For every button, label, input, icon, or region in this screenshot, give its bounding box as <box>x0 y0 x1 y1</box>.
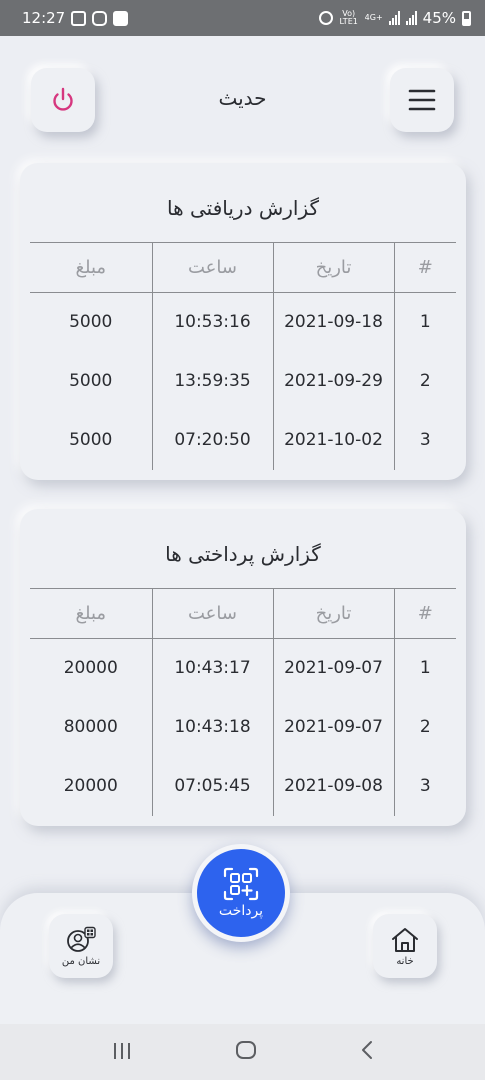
received-report-table: # تاریخ ساعت مبلغ 1 2021-09-18 10:53:16 … <box>30 242 456 470</box>
network-label: Vo) LTE1 <box>339 9 358 26</box>
paid-report-title: گزارش پرداختی ها <box>165 542 321 566</box>
my-badge-button[interactable]: نشان من <box>49 914 113 978</box>
row-amount: 20000 <box>30 638 153 698</box>
table-row: 2 2021-09-07 10:43:18 80000 <box>30 697 456 757</box>
received-report-title: گزارش دریافتی ها <box>166 196 320 220</box>
signal-icon <box>388 11 400 25</box>
home-system-button[interactable] <box>235 1038 257 1066</box>
system-nav-bar <box>0 1024 485 1080</box>
row-number: 2 <box>419 371 431 391</box>
menu-button[interactable] <box>390 68 454 132</box>
battery-percent: 45% <box>422 9 456 27</box>
row-date: 2021-09-08 <box>273 756 395 816</box>
qr-scan-icon <box>223 867 259 901</box>
column-header-time: ساعت <box>152 588 274 639</box>
column-header-number: # <box>394 242 456 293</box>
row-time: 10:43:17 <box>152 638 274 698</box>
row-amount: 5000 <box>30 410 153 470</box>
column-header-amount: مبلغ <box>30 242 153 293</box>
table-row: 1 2021-09-18 10:53:16 5000 <box>30 292 456 352</box>
table-header-row: # تاریخ ساعت مبلغ <box>30 588 456 639</box>
column-header-amount: مبلغ <box>30 588 153 639</box>
row-time: 13:59:35 <box>152 351 274 411</box>
back-button[interactable] <box>360 1038 374 1066</box>
column-header-date: تاریخ <box>273 588 395 639</box>
row-date: 2021-09-18 <box>273 292 395 352</box>
row-date: 2021-10-02 <box>273 410 395 470</box>
table-row: 1 2021-09-07 10:43:17 20000 <box>30 638 456 698</box>
row-number: 1 <box>419 658 431 679</box>
recent-apps-icon <box>113 1043 130 1059</box>
row-time: 07:20:50 <box>152 410 274 470</box>
row-number: 1 <box>419 312 431 333</box>
status-bar: 12:27 Vo) LTE1 4G+ 45% <box>0 0 485 36</box>
network-type: 4G+ <box>364 13 383 22</box>
battery-icon <box>462 10 471 26</box>
chevron-left-icon <box>361 1041 372 1059</box>
home-icon <box>392 927 418 952</box>
gallery-notification-icon <box>71 10 87 26</box>
status-time: 12:27 <box>22 9 66 27</box>
check-notification-icon <box>113 10 129 26</box>
row-time: 10:53:16 <box>152 292 274 352</box>
hamburger-menu-icon <box>408 89 436 111</box>
instagram-notification-icon <box>92 10 108 26</box>
signal-icon-2 <box>405 11 417 25</box>
my-badge-label: نشان من <box>61 955 101 967</box>
row-time: 10:43:18 <box>152 697 274 757</box>
row-amount: 80000 <box>30 697 153 757</box>
table-row: 2 2021-09-29 13:59:35 5000 <box>30 351 456 411</box>
row-number: 3 <box>419 776 431 796</box>
column-header-number: # <box>394 588 456 639</box>
table-row: 3 2021-09-08 07:05:45 20000 <box>30 756 456 816</box>
row-number: 3 <box>419 430 431 450</box>
column-header-date: تاریخ <box>273 242 395 293</box>
row-amount: 20000 <box>30 756 153 816</box>
row-amount: 5000 <box>30 351 153 411</box>
recent-apps-button[interactable] <box>112 1038 132 1066</box>
home-circle-icon <box>235 1041 256 1059</box>
row-date: 2021-09-07 <box>273 638 395 698</box>
row-amount: 5000 <box>30 292 153 352</box>
row-time: 07:05:45 <box>152 756 274 816</box>
user-qr-icon <box>67 926 96 952</box>
paid-report-card: گزارش پرداختی ها # تاریخ ساعت مبلغ 1 202… <box>20 509 466 826</box>
received-report-card: گزارش دریافتی ها # تاریخ ساعت مبلغ 1 202… <box>20 163 466 480</box>
status-left: 12:27 <box>22 9 129 27</box>
paid-report-table: # تاریخ ساعت مبلغ 1 2021-09-07 10:43:17 … <box>30 588 456 816</box>
status-right: Vo) LTE1 4G+ 45% <box>318 9 471 27</box>
column-header-time: ساعت <box>152 242 274 293</box>
pay-button[interactable]: پرداخت <box>192 844 290 942</box>
row-date: 2021-09-29 <box>273 351 395 411</box>
pay-label: پرداخت <box>218 903 264 919</box>
row-date: 2021-09-07 <box>273 697 395 757</box>
row-number: 2 <box>419 717 431 737</box>
home-button[interactable]: خانه <box>373 914 437 978</box>
table-row: 3 2021-10-02 07:20:50 5000 <box>30 410 456 470</box>
alarm-icon <box>318 11 333 25</box>
home-label: خانه <box>396 955 414 967</box>
table-header-row: # تاریخ ساعت مبلغ <box>30 242 456 293</box>
